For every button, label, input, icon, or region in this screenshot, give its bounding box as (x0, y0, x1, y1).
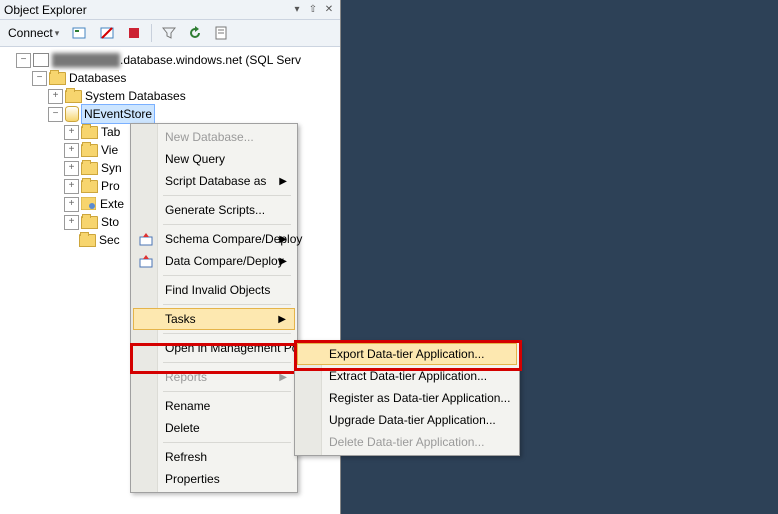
folder-icon (81, 216, 98, 229)
folder-icon (79, 234, 96, 247)
menu-script-database[interactable]: Script Database as▶ (133, 170, 295, 192)
submenu-register-datatier[interactable]: Register as Data-tier Application... (297, 387, 517, 409)
folder-icon (81, 126, 98, 139)
panel-titlebar: Object Explorer ▾ ⇧ ✕ (0, 0, 340, 20)
system-databases-node[interactable]: + System Databases (2, 87, 338, 105)
context-menu: New Database... New Query Script Databas… (130, 123, 298, 493)
folder-icon (65, 90, 82, 103)
database-icon (65, 106, 79, 122)
folder-icon (81, 144, 98, 157)
menu-delete[interactable]: Delete (133, 417, 295, 439)
submenu-arrow-icon: ▶ (279, 372, 287, 383)
dropdown-icon[interactable]: ▾ (290, 3, 304, 17)
script-icon[interactable] (210, 23, 232, 43)
submenu-extract-datatier[interactable]: Extract Data-tier Application... (297, 365, 517, 387)
menu-data-compare[interactable]: Data Compare/Deploy▶ (133, 250, 295, 272)
menu-tasks[interactable]: Tasks▶ (133, 308, 295, 330)
tasks-submenu: Export Data-tier Application... Extract … (294, 340, 520, 456)
close-icon[interactable]: ✕ (322, 3, 336, 17)
pin-icon[interactable]: ⇧ (306, 3, 320, 17)
menu-generate-scripts[interactable]: Generate Scripts... (133, 199, 295, 221)
menu-new-query[interactable]: New Query (133, 148, 295, 170)
connect-server-icon[interactable] (67, 23, 91, 43)
submenu-arrow-icon: ▶ (279, 256, 287, 267)
menu-properties[interactable]: Properties (133, 468, 295, 490)
menu-schema-compare[interactable]: Schema Compare/Deploy▶ (133, 228, 295, 250)
panel-title: Object Explorer (4, 3, 87, 17)
stop-icon[interactable] (123, 23, 145, 43)
menu-new-database[interactable]: New Database... (133, 126, 295, 148)
submenu-export-datatier[interactable]: Export Data-tier Application... (297, 343, 517, 365)
folder-icon (49, 72, 66, 85)
submenu-arrow-icon: ▶ (279, 234, 287, 245)
extended-icon (81, 197, 97, 211)
server-node[interactable]: − ████████.database.windows.net (SQL Ser… (2, 51, 338, 69)
connect-button[interactable]: Connect▾ (4, 23, 63, 43)
submenu-arrow-icon: ▶ (278, 314, 286, 325)
menu-reports[interactable]: Reports▶ (133, 366, 295, 388)
neventstore-node[interactable]: − NEventStore (2, 105, 338, 123)
menu-open-portal[interactable]: Open in Management Portal... (133, 337, 295, 359)
menu-find-invalid[interactable]: Find Invalid Objects (133, 279, 295, 301)
toolbar: Connect▾ (0, 20, 340, 47)
submenu-upgrade-datatier[interactable]: Upgrade Data-tier Application... (297, 409, 517, 431)
filter-icon[interactable] (158, 23, 180, 43)
folder-icon (81, 180, 98, 193)
server-icon (33, 53, 49, 67)
refresh-icon[interactable] (184, 23, 206, 43)
submenu-arrow-icon: ▶ (279, 176, 287, 187)
schema-compare-icon (138, 231, 154, 247)
disconnect-icon[interactable] (95, 23, 119, 43)
submenu-delete-datatier[interactable]: Delete Data-tier Application... (297, 431, 517, 453)
menu-rename[interactable]: Rename (133, 395, 295, 417)
databases-node[interactable]: − Databases (2, 69, 338, 87)
menu-refresh[interactable]: Refresh (133, 446, 295, 468)
folder-icon (81, 162, 98, 175)
data-compare-icon (138, 253, 154, 269)
